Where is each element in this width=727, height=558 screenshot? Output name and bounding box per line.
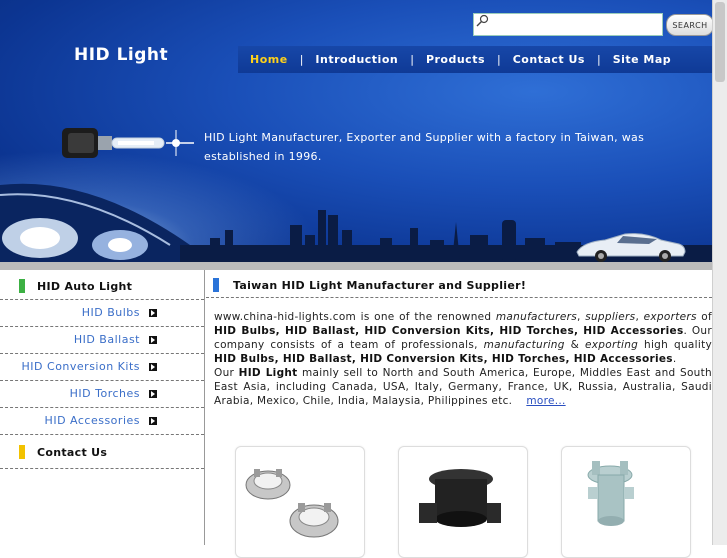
nav-products[interactable]: Products: [414, 53, 497, 66]
sidebar-item-label[interactable]: HID Conversion Kits: [22, 360, 140, 373]
headlight-image: [0, 183, 190, 262]
search-icon: [476, 14, 489, 27]
text: of: [696, 311, 713, 323]
sidebar-item-label[interactable]: HID Accessories: [45, 414, 140, 427]
sidebar-item-hid-bulbs[interactable]: HID Bulbs: [0, 300, 204, 327]
sidebar-item-label[interactable]: HID Bulbs: [82, 306, 140, 319]
arrow-right-icon: [149, 417, 157, 425]
sidebar-item-hid-conversion-kits[interactable]: HID Conversion Kits: [0, 354, 204, 381]
sidebar-item-hid-torches[interactable]: HID Torches: [0, 381, 204, 408]
sidebar-section-label[interactable]: Contact Us: [37, 446, 107, 459]
arrow-right-icon: [149, 336, 157, 344]
text: ,: [577, 311, 586, 323]
product-card-socket[interactable]: [561, 446, 691, 558]
text: exporting: [584, 339, 639, 351]
sidebar-section-contact-us[interactable]: Contact Us: [0, 436, 204, 469]
conversion-adapter-image: [245, 469, 339, 538]
blue-marker-icon: [213, 278, 219, 292]
arrow-right-icon: [149, 363, 157, 371]
hid-bulb-image: [62, 128, 194, 158]
banner-tagline: HID Light Manufacturer, Exporter and Sup…: [204, 131, 645, 163]
text: manufacturers: [495, 311, 578, 323]
nav-home[interactable]: Home: [238, 53, 300, 66]
sidebar-item-hid-ballast[interactable]: HID Ballast: [0, 327, 204, 354]
nav-introduction[interactable]: Introduction: [303, 53, 410, 66]
vertical-scrollbar[interactable]: [712, 0, 727, 545]
socket-adapter-image: [587, 461, 634, 526]
search-button[interactable]: SEARCH: [666, 14, 712, 36]
text: exporters: [643, 311, 697, 323]
more-link[interactable]: more...: [526, 395, 565, 407]
nav-contact-us[interactable]: Contact Us: [501, 53, 597, 66]
text: &: [564, 339, 585, 351]
arrow-right-icon: [149, 309, 157, 317]
product-card-adapter[interactable]: [235, 446, 365, 558]
bulb-holder-image: [419, 469, 501, 527]
product-list: HID Bulbs, HID Ballast, HID Conversion K…: [214, 353, 673, 365]
intro-paragraph: www.china-hid-lights.com is one of the r…: [214, 310, 712, 408]
text: suppliers: [585, 311, 636, 323]
text: ,: [635, 311, 644, 323]
product-card-holder[interactable]: [398, 446, 528, 558]
product-list: HID Bulbs, HID Ballast, HID Conversion K…: [214, 325, 684, 337]
sidebar-item-label[interactable]: HID Torches: [70, 387, 140, 400]
sidebar-item-hid-accessories[interactable]: HID Accessories: [0, 408, 204, 435]
sidebar-section-hid-auto-light: HID Auto Light: [0, 272, 204, 300]
text: HID Light: [238, 367, 298, 379]
sidebar-item-label[interactable]: HID Ballast: [74, 333, 140, 346]
divider-strip: [0, 262, 712, 270]
sidebar: HID Auto Light HID Bulbs HID Ballast HID…: [0, 270, 205, 545]
text: manufacturing: [483, 339, 565, 351]
text: www.china-hid-lights.com is one of the r…: [214, 311, 496, 323]
sidebar-section-label: HID Auto Light: [37, 280, 133, 293]
yellow-marker-icon: [19, 445, 25, 459]
main-heading-label: Taiwan HID Light Manufacturer and Suppli…: [233, 279, 527, 292]
heading-divider: [206, 297, 712, 298]
arrow-right-icon: [149, 390, 157, 398]
text: .: [672, 353, 677, 365]
sports-car-image: [576, 233, 686, 262]
green-marker-icon: [19, 279, 25, 293]
site-title: HID Light: [74, 45, 169, 65]
text: high quality: [638, 339, 713, 351]
search-input[interactable]: [473, 13, 663, 36]
main-nav: Home | Introduction | Products | Contact…: [238, 46, 712, 73]
text: Our: [214, 367, 239, 379]
nav-site-map[interactable]: Site Map: [601, 53, 683, 66]
header-banner: HID Light SEARCH Home | Introduction | P…: [0, 0, 712, 262]
scrollbar-thumb[interactable]: [715, 2, 725, 82]
